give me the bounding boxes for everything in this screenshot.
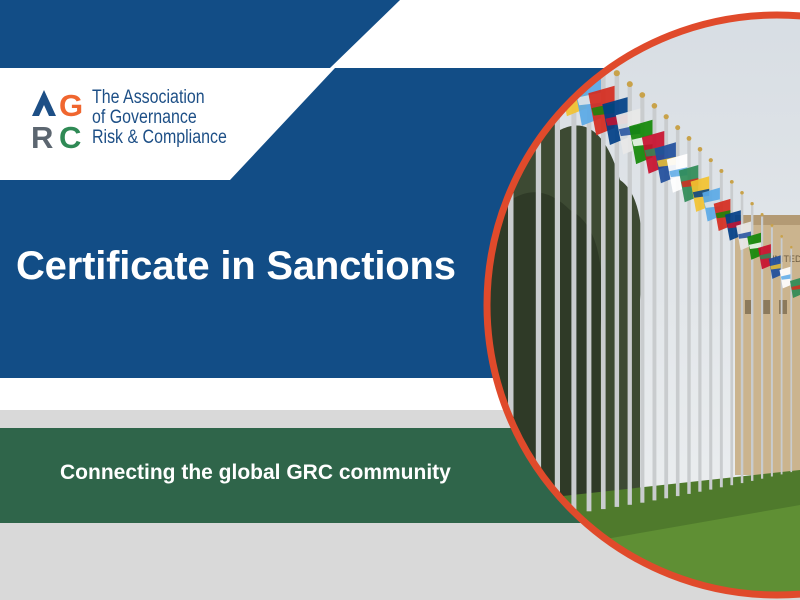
navy-top-bar	[0, 0, 400, 68]
logo-name-line-3: Risk & Compliance	[92, 127, 227, 148]
logo-name-line-2: of Governance	[92, 107, 197, 128]
logo-letter-g: G	[59, 88, 83, 123]
tagline: Connecting the global GRC community	[60, 461, 451, 484]
logo-letter-r: R	[31, 120, 53, 150]
agrc-logo: G R C The Association of Governance Risk…	[30, 86, 240, 156]
agrc-monogram: G R C	[31, 88, 83, 150]
logo-name-line-1: The Association	[92, 87, 205, 108]
logo-letter-c: C	[59, 120, 81, 150]
logo-organization-name: The Association of Governance Risk & Com…	[92, 88, 227, 148]
page-title: Certificate in Sanctions	[16, 244, 456, 288]
